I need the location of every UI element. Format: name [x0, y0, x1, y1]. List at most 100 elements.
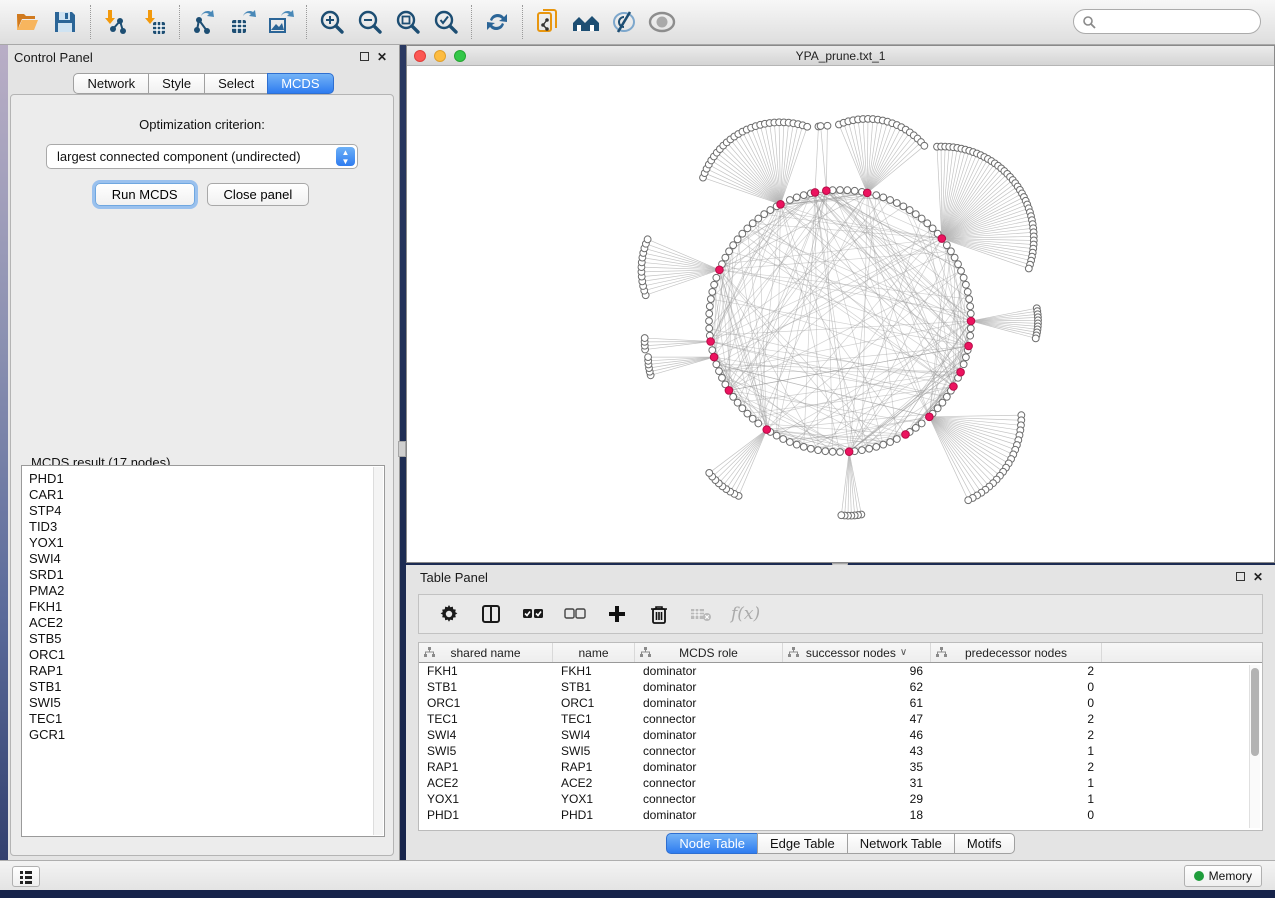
- network-node[interactable]: [829, 448, 836, 455]
- network-node[interactable]: [880, 194, 887, 201]
- network-hub-node[interactable]: [967, 317, 975, 325]
- network-node[interactable]: [713, 274, 720, 281]
- column-header-shared-name[interactable]: shared name: [419, 643, 553, 662]
- network-node[interactable]: [793, 441, 800, 448]
- network-hub-node[interactable]: [902, 431, 910, 439]
- network-hub-node[interactable]: [863, 189, 871, 197]
- mcds-result-item[interactable]: PHD1: [29, 471, 372, 487]
- task-history-button[interactable]: [12, 866, 40, 887]
- mcds-result-item[interactable]: PMA2: [29, 583, 372, 599]
- network-node[interactable]: [967, 325, 974, 332]
- network-node[interactable]: [929, 225, 936, 232]
- network-node[interactable]: [716, 368, 723, 375]
- network-node[interactable]: [958, 267, 965, 274]
- network-node[interactable]: [1032, 335, 1039, 342]
- network-node[interactable]: [939, 399, 946, 406]
- network-node[interactable]: [711, 281, 718, 288]
- network-node[interactable]: [824, 122, 831, 129]
- mcds-result-item[interactable]: SRD1: [29, 567, 372, 583]
- network-node[interactable]: [780, 436, 787, 443]
- network-node[interactable]: [730, 393, 737, 400]
- network-node[interactable]: [749, 415, 756, 422]
- network-node[interactable]: [943, 242, 950, 249]
- run-mcds-button[interactable]: Run MCDS: [95, 183, 195, 206]
- column-header-predecessor-nodes[interactable]: predecessor nodes: [931, 643, 1102, 662]
- network-node[interactable]: [749, 220, 756, 227]
- network-hub-node[interactable]: [716, 266, 724, 274]
- network-hub-node[interactable]: [823, 187, 831, 195]
- network-hub-node[interactable]: [811, 189, 819, 197]
- memory-button[interactable]: Memory: [1184, 865, 1262, 887]
- network-node[interactable]: [730, 242, 737, 249]
- network-node[interactable]: [744, 225, 751, 232]
- network-node[interactable]: [722, 254, 729, 261]
- tab-style[interactable]: Style: [148, 73, 205, 94]
- mcds-result-item[interactable]: TEC1: [29, 711, 372, 727]
- mcds-result-item[interactable]: STP4: [29, 503, 372, 519]
- network-node[interactable]: [873, 443, 880, 450]
- export-network-icon[interactable]: [186, 3, 224, 41]
- network-node[interactable]: [734, 399, 741, 406]
- close-panel-button[interactable]: Close panel: [207, 183, 310, 206]
- network-node[interactable]: [706, 470, 713, 477]
- zoom-out-icon[interactable]: [351, 3, 389, 41]
- network-hub-node[interactable]: [710, 353, 718, 361]
- network-node[interactable]: [924, 220, 931, 227]
- network-node[interactable]: [887, 439, 894, 446]
- mcds-result-item[interactable]: FKH1: [29, 599, 372, 615]
- network-hub-node[interactable]: [845, 448, 853, 456]
- tab-edge-table[interactable]: Edge Table: [757, 833, 848, 854]
- tab-network-table[interactable]: Network Table: [847, 833, 955, 854]
- network-node[interactable]: [967, 332, 974, 339]
- network-node[interactable]: [822, 448, 829, 455]
- network-node[interactable]: [815, 447, 822, 454]
- close-panel-icon[interactable]: ✕: [373, 50, 391, 64]
- network-node[interactable]: [934, 405, 941, 412]
- mcds-result-item[interactable]: ACE2: [29, 615, 372, 631]
- minimize-window-icon[interactable]: [434, 50, 446, 62]
- network-node[interactable]: [707, 296, 714, 303]
- zoom-fit-icon[interactable]: [389, 3, 427, 41]
- tab-mcds[interactable]: MCDS: [267, 73, 333, 94]
- column-header-MCDS-role[interactable]: MCDS role: [635, 643, 783, 662]
- network-node[interactable]: [786, 439, 793, 446]
- refresh-icon[interactable]: [478, 3, 516, 41]
- mcds-result-item[interactable]: TID3: [29, 519, 372, 535]
- network-node[interactable]: [761, 211, 768, 218]
- network-node[interactable]: [739, 405, 746, 412]
- network-node[interactable]: [804, 123, 811, 130]
- mcds-result-item[interactable]: YOX1: [29, 535, 372, 551]
- network-node[interactable]: [713, 361, 720, 368]
- mcds-result-item[interactable]: STB5: [29, 631, 372, 647]
- network-node[interactable]: [866, 445, 873, 452]
- network-node[interactable]: [960, 361, 967, 368]
- tab-select[interactable]: Select: [204, 73, 268, 94]
- show-graphics-icon[interactable]: [643, 3, 681, 41]
- network-node[interactable]: [962, 281, 969, 288]
- split-pane-grip[interactable]: [398, 441, 406, 457]
- network-hub-node[interactable]: [965, 342, 973, 350]
- network-node[interactable]: [967, 310, 974, 317]
- tab-node-table[interactable]: Node Table: [666, 833, 758, 854]
- network-node[interactable]: [893, 436, 900, 443]
- network-node[interactable]: [734, 236, 741, 243]
- table-row[interactable]: ORC1ORC1dominator610: [419, 695, 1262, 711]
- network-node[interactable]: [943, 393, 950, 400]
- network-node[interactable]: [817, 123, 824, 130]
- network-node[interactable]: [807, 445, 814, 452]
- close-window-icon[interactable]: [414, 50, 426, 62]
- mcds-result-item[interactable]: GCR1: [29, 727, 372, 743]
- network-node[interactable]: [962, 354, 969, 361]
- table-row[interactable]: STB1STB1dominator620: [419, 679, 1262, 695]
- mcds-result-item[interactable]: ORC1: [29, 647, 372, 663]
- zoom-selected-icon[interactable]: [427, 3, 465, 41]
- table-row[interactable]: RAP1RAP1dominator352: [419, 759, 1262, 775]
- network-hub-node[interactable]: [777, 200, 785, 208]
- network-node[interactable]: [800, 443, 807, 450]
- zoom-in-icon[interactable]: [313, 3, 351, 41]
- table-row[interactable]: SWI4SWI4dominator462: [419, 727, 1262, 743]
- network-node[interactable]: [838, 512, 845, 519]
- table-row[interactable]: ACE2ACE2connector311: [419, 775, 1262, 791]
- add-column-icon[interactable]: [605, 602, 629, 626]
- mcds-result-item[interactable]: SWI4: [29, 551, 372, 567]
